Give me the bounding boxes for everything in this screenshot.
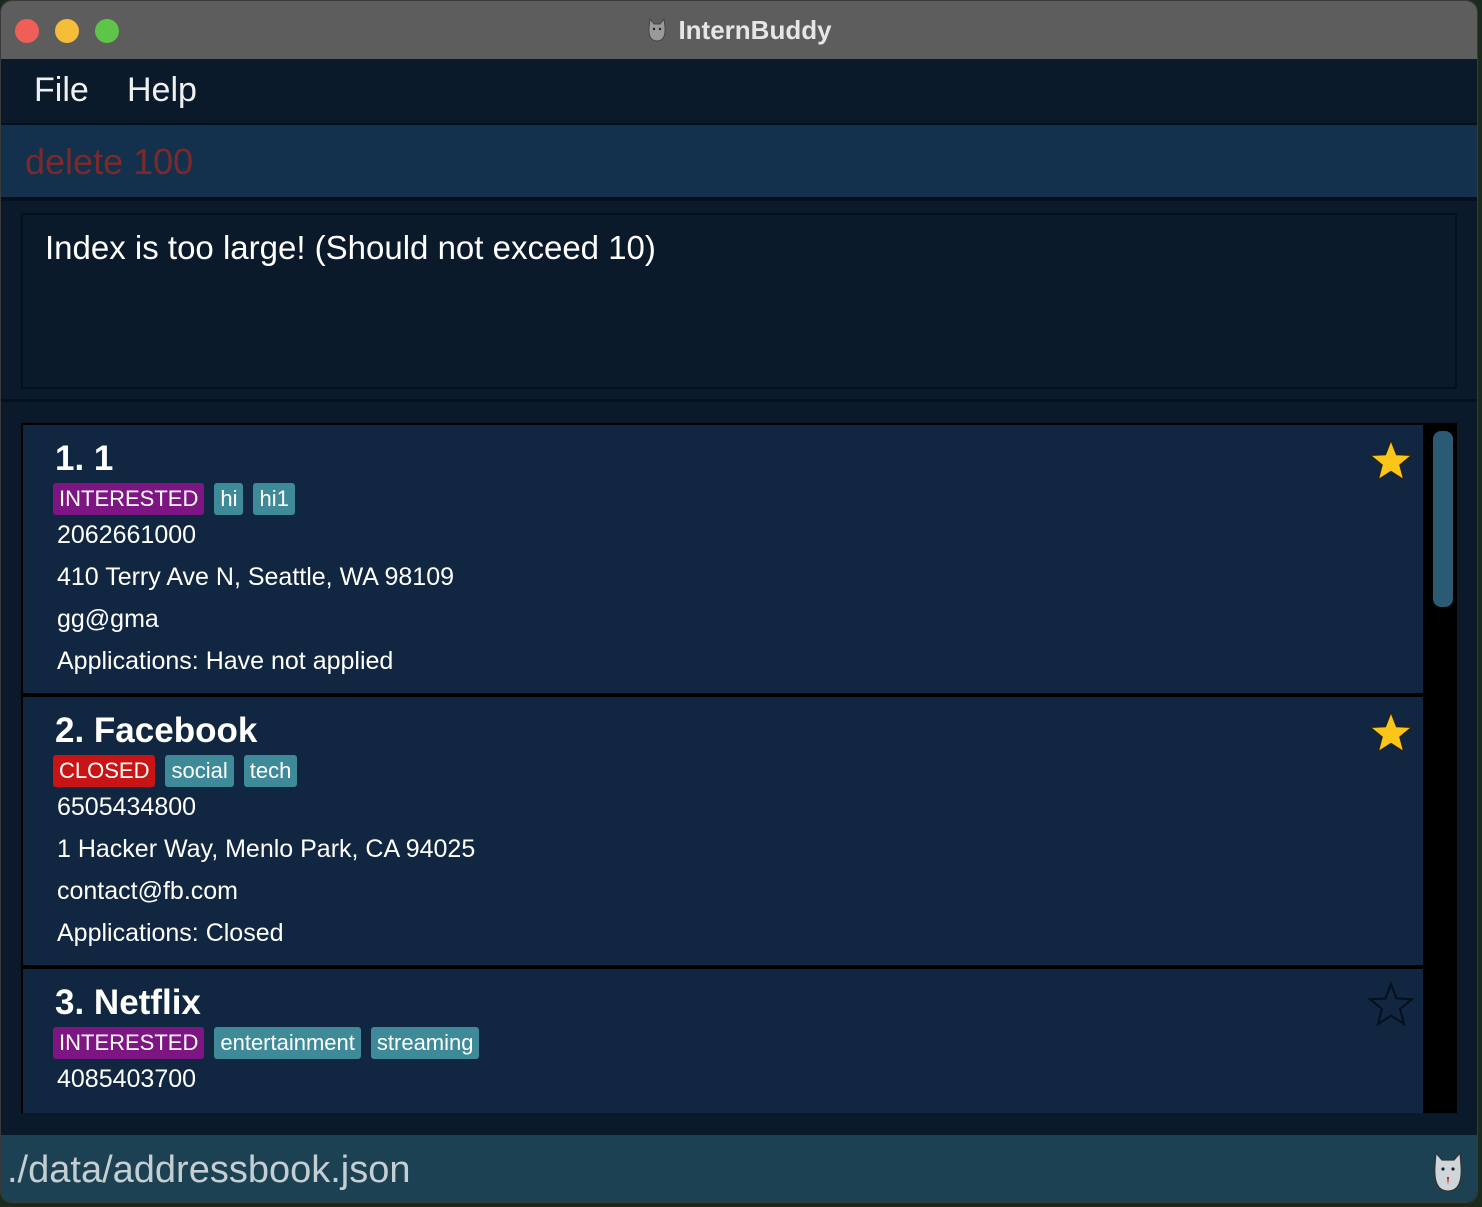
menu-file[interactable]: File <box>34 71 89 110</box>
tag-row: INTERESTED hi hi1 <box>53 483 295 515</box>
tag: streaming <box>370 1027 480 1059</box>
company-card[interactable]: 3. Netflix INTERESTED entertainment stre… <box>23 969 1423 1113</box>
company-address: 1 Hacker Way, Menlo Park, CA 94025 <box>57 835 476 863</box>
status-badge: INTERESTED <box>53 1027 205 1059</box>
status-badge: INTERESTED <box>53 483 205 515</box>
tag: hi <box>214 483 244 515</box>
command-box[interactable]: delete 100 <box>1 125 1477 201</box>
result-display: Index is too large! (Should not exceed 1… <box>21 213 1457 389</box>
window-title-area: InternBuddy <box>1 15 1477 46</box>
company-applications: Applications: Have not applied <box>57 647 394 675</box>
tag-row: CLOSED social tech <box>53 755 298 787</box>
tag: tech <box>243 755 298 787</box>
company-list[interactable]: 1. 1 INTERESTED hi hi1 2062661000 410 Te… <box>21 423 1457 1113</box>
result-panel: Index is too large! (Should not exceed 1… <box>1 201 1477 402</box>
company-applications: Applications: Closed <box>57 919 284 947</box>
company-card[interactable]: 2. Facebook CLOSED social tech 650543480… <box>23 697 1423 965</box>
cat-icon <box>1434 1151 1462 1192</box>
favourite-star-outline-icon[interactable] <box>1367 981 1415 1029</box>
result-message: Index is too large! (Should not exceed 1… <box>45 229 656 266</box>
window-title: InternBuddy <box>678 15 832 45</box>
company-card[interactable]: 1. 1 INTERESTED hi hi1 2062661000 410 Te… <box>23 425 1423 693</box>
company-email: gg@gma <box>57 605 159 633</box>
menu-bar: File Help <box>1 59 1477 125</box>
cat-icon <box>648 17 667 42</box>
company-address: 410 Terry Ave N, Seattle, WA 98109 <box>57 563 454 591</box>
tag: entertainment <box>214 1027 361 1059</box>
company-title: 2. Facebook <box>55 711 258 750</box>
company-phone: 2062661000 <box>57 521 197 549</box>
title-bar: InternBuddy <box>1 1 1477 60</box>
company-title: 3. Netflix <box>55 983 201 1022</box>
app-window: InternBuddy File Help delete 100 Index i… <box>0 0 1478 1203</box>
company-title: 1. 1 <box>55 439 114 478</box>
command-input[interactable]: delete 100 <box>25 141 193 183</box>
tag-row: INTERESTED entertainment streaming <box>53 1027 480 1059</box>
list-scrollbar[interactable] <box>1429 423 1457 1113</box>
status-badge: CLOSED <box>53 755 156 787</box>
company-phone: 4085403700 <box>57 1065 197 1093</box>
favourite-star-icon[interactable] <box>1367 709 1415 757</box>
status-bar: ./data/addressbook.json <box>1 1133 1477 1202</box>
company-email: contact@fb.com <box>57 877 239 905</box>
scrollbar-thumb[interactable] <box>1433 431 1453 607</box>
company-phone: 6505434800 <box>57 793 197 821</box>
tag: social <box>165 755 234 787</box>
menu-help[interactable]: Help <box>127 71 197 110</box>
tag: hi1 <box>253 483 295 515</box>
save-location-path: ./data/addressbook.json <box>7 1149 411 1191</box>
favourite-star-icon[interactable] <box>1367 437 1415 485</box>
